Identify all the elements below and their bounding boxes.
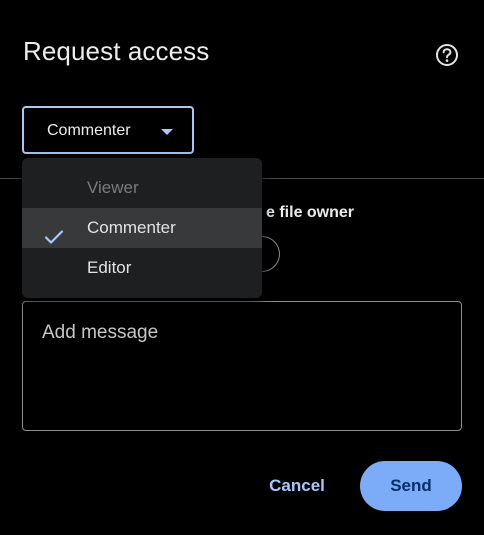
message-input[interactable] [22, 301, 462, 431]
request-access-dialog: Request access Commenter e file owner Ca… [0, 0, 484, 535]
menu-item-viewer: Viewer [22, 168, 262, 208]
dialog-title: Request access [23, 36, 210, 66]
role-dropdown-menu: Viewer Commenter Editor [22, 158, 262, 298]
check-icon [44, 220, 64, 244]
help-icon[interactable] [434, 42, 460, 68]
role-select-value: Commenter [47, 122, 131, 139]
menu-item-label: Commenter [87, 218, 176, 237]
cancel-button[interactable]: Cancel [253, 465, 341, 507]
role-select[interactable]: Commenter [22, 106, 194, 154]
menu-item-commenter[interactable]: Commenter [22, 208, 262, 248]
send-button[interactable]: Send [360, 461, 462, 511]
menu-item-editor[interactable]: Editor [22, 248, 262, 288]
caret-down-icon [161, 129, 173, 135]
notify-owner-label: e file owner [266, 204, 355, 221]
menu-item-label: Viewer [87, 178, 139, 197]
menu-item-label: Editor [87, 258, 132, 277]
